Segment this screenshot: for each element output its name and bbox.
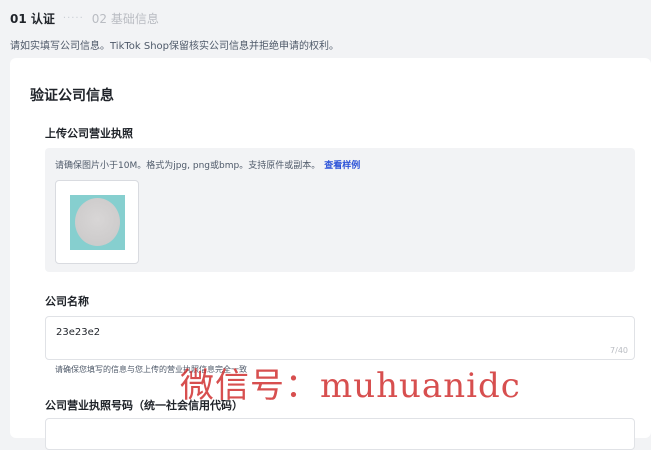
- license-image-thumbnail[interactable]: [55, 180, 139, 264]
- company-name-value: 23e23e2: [56, 327, 101, 338]
- step-indicator: 01 认证 ····· 02 基础信息: [10, 9, 159, 27]
- license-upload-panel: 请确保图片小于10M。格式为jpg, png或bmp。支持原件或副本。 查看样例: [45, 148, 635, 272]
- license-upload-label: 上传公司营业执照: [45, 127, 133, 140]
- company-name-label: 公司名称: [45, 295, 89, 308]
- upload-hint-text: 请确保图片小于10M。格式为jpg, png或bmp。支持原件或副本。: [55, 161, 321, 171]
- watermark-text: 微信号：muhuanidc: [180, 366, 521, 406]
- notice-text: 请如实填写公司信息。TikTok Shop保留核实公司信息并拒绝申请的权利。: [10, 41, 340, 52]
- license-number-input[interactable]: [45, 418, 635, 450]
- step-verification: 01 认证: [10, 11, 55, 26]
- uploaded-license-image: [69, 194, 125, 250]
- char-count: 7/40: [610, 346, 628, 355]
- step-separator: ·····: [62, 12, 84, 24]
- step-basic-info: 02 基础信息: [91, 11, 159, 26]
- company-name-input[interactable]: 23e23e2 7/40: [45, 316, 635, 360]
- section-title: 验证公司信息: [30, 88, 114, 104]
- upload-hint: 请确保图片小于10M。格式为jpg, png或bmp。支持原件或副本。 查看样例: [55, 158, 360, 171]
- view-sample-link[interactable]: 查看样例: [324, 161, 360, 171]
